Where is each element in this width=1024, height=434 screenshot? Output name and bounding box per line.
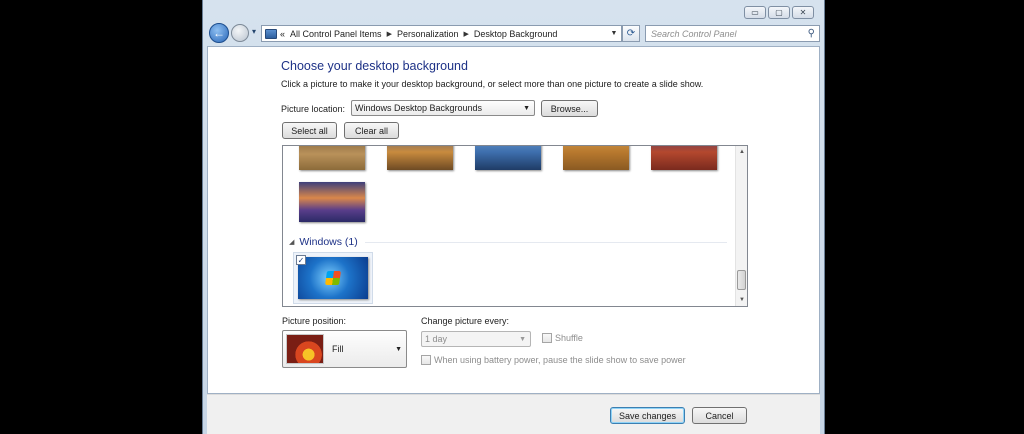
thumbnail-windows-logo [298, 257, 368, 299]
thumbnail-landscape-2[interactable] [387, 146, 453, 170]
thumbnail-red-arch[interactable] [651, 146, 717, 170]
navigation-bar: ← ▾ « All Control Panel Items ▶ Personal… [207, 22, 820, 44]
breadcrumb-desktop-background[interactable]: Desktop Background [474, 29, 558, 39]
picture-position-select[interactable]: Fill ▼ [282, 330, 407, 368]
refresh-icon: ⟳ [626, 28, 636, 39]
shuffle-checkbox[interactable] [542, 333, 552, 343]
main-content: Choose your desktop background Click a p… [207, 46, 820, 394]
gallery-scrollbar[interactable]: ▲ ▼ [735, 146, 747, 306]
thumbnail-lavender-field[interactable] [299, 182, 365, 222]
thumbnail-landscape-1[interactable] [299, 146, 365, 170]
browse-button[interactable]: Browse... [541, 100, 598, 117]
address-dropdown-icon[interactable]: ▼ [607, 26, 621, 41]
breadcrumb-separator-icon[interactable]: ▶ [464, 30, 469, 38]
dialog-footer: Save changes Cancel [207, 394, 820, 434]
change-picture-label: Change picture every: [421, 316, 510, 326]
save-changes-button[interactable]: Save changes [610, 407, 685, 424]
shuffle-option[interactable]: Shuffle [542, 333, 583, 343]
chevron-down-icon: ▼ [523, 104, 530, 112]
picture-position-label: Picture position: [282, 316, 347, 326]
windows-logo-icon [325, 271, 341, 285]
scroll-up-icon[interactable]: ▲ [736, 146, 747, 158]
back-arrow-icon: ← [213, 26, 225, 40]
cancel-button[interactable]: Cancel [692, 407, 747, 424]
select-all-button[interactable]: Select all [282, 122, 337, 139]
picture-gallery[interactable]: ◢ Windows (1) ✓ ▲ ▼ [282, 145, 748, 307]
search-icon[interactable]: ⚲ [808, 28, 815, 39]
group-header-windows[interactable]: ◢ Windows (1) [289, 236, 358, 248]
chevron-down-icon: ▼ [519, 335, 526, 343]
picture-position-value: Fill [332, 344, 344, 354]
back-button[interactable]: ← [209, 23, 229, 43]
page-subtitle: Click a picture to make it your desktop … [281, 79, 704, 89]
scroll-down-icon[interactable]: ▼ [736, 294, 747, 306]
breadcrumb-overflow[interactable]: « [280, 29, 285, 39]
thumbnail-lake-rock[interactable] [475, 146, 541, 170]
battery-pause-label: When using battery power, pause the slid… [434, 355, 686, 365]
scrollbar-thumb[interactable] [737, 270, 746, 290]
windows-thumbnail-item[interactable]: ✓ [293, 252, 373, 304]
control-panel-icon [265, 28, 277, 39]
change-interval-select[interactable]: 1 day ▼ [421, 331, 531, 347]
search-input[interactable]: Search Control Panel ⚲ [645, 25, 820, 42]
minimize-button[interactable]: ▭ [744, 6, 766, 19]
thumbnail-hay-bale[interactable] [563, 146, 629, 170]
search-placeholder: Search Control Panel [651, 28, 737, 39]
shuffle-label: Shuffle [555, 333, 583, 343]
clear-all-button[interactable]: Clear all [344, 122, 399, 139]
breadcrumb-all-control-panel-items[interactable]: All Control Panel Items [290, 29, 382, 39]
address-bar[interactable]: « All Control Panel Items ▶ Personalizat… [261, 25, 622, 42]
refresh-button[interactable]: ⟳ [622, 25, 640, 42]
collapse-group-icon[interactable]: ◢ [289, 238, 294, 246]
recent-pages-dropdown[interactable]: ▾ [252, 27, 256, 36]
control-panel-window: ▭ ▢ ✕ ← ▾ « All Control Panel Items ▶ Pe… [202, 0, 825, 434]
fill-preview-icon [286, 334, 324, 364]
close-button[interactable]: ✕ [792, 6, 814, 19]
page-title: Choose your desktop background [281, 59, 468, 73]
picture-location-label: Picture location: [281, 104, 346, 114]
windows-thumbnail-checkbox[interactable]: ✓ [296, 255, 306, 265]
window-controls: ▭ ▢ ✕ [744, 6, 814, 19]
breadcrumb-personalization[interactable]: Personalization [397, 29, 459, 39]
chevron-down-icon: ▼ [395, 345, 402, 353]
battery-pause-checkbox[interactable] [421, 355, 431, 365]
maximize-button[interactable]: ▢ [768, 6, 790, 19]
picture-location-select[interactable]: Windows Desktop Backgrounds ▼ [351, 100, 535, 116]
forward-button[interactable] [231, 24, 249, 42]
breadcrumb-separator-icon[interactable]: ▶ [387, 30, 392, 38]
battery-pause-option[interactable]: When using battery power, pause the slid… [421, 355, 686, 365]
group-label: Windows (1) [299, 236, 358, 248]
picture-location-value: Windows Desktop Backgrounds [355, 103, 483, 113]
change-interval-value: 1 day [425, 334, 448, 344]
group-divider [365, 242, 727, 243]
